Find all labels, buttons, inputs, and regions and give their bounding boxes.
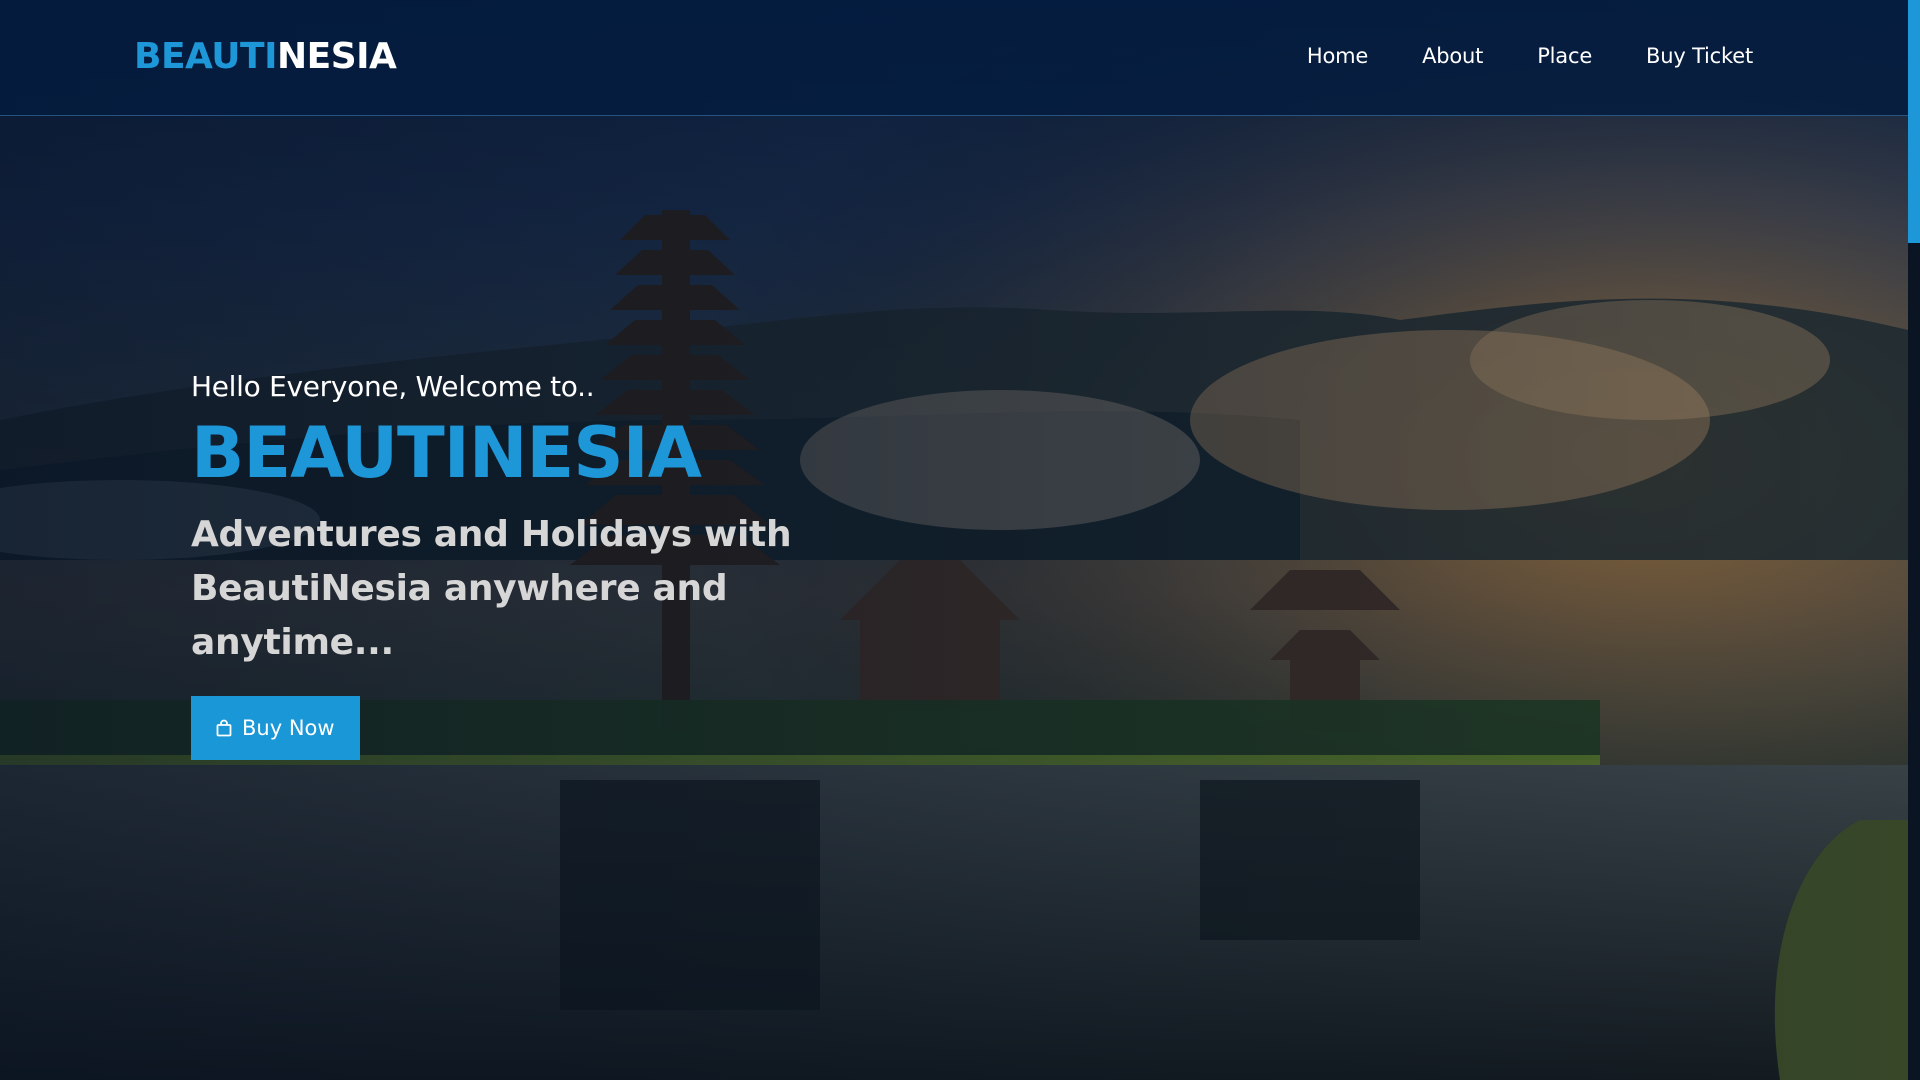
hero-tagline: Adventures and Holidays with BeautiNesia… — [191, 513, 792, 663]
nav-link-about[interactable]: About — [1422, 44, 1483, 68]
nav-link-place[interactable]: Place — [1537, 44, 1592, 68]
hero-section: BEAUTINESIA Home About Place Buy Ticket … — [0, 0, 1908, 1080]
top-navbar: BEAUTINESIA Home About Place Buy Ticket — [0, 0, 1908, 116]
logo-part-white: NESIA — [276, 36, 397, 77]
logo-part-blue: BEAUTI — [134, 36, 277, 77]
buy-now-button[interactable]: Buy Now — [191, 695, 360, 760]
nav-link-buy-ticket[interactable]: Buy Ticket — [1646, 44, 1753, 68]
scrollbar-thumb[interactable] — [1908, 0, 1920, 243]
hero-greeting: Hello Everyone, Welcome to.. — [191, 370, 595, 403]
shopping-bag-icon — [216, 719, 232, 736]
main-navigation: Home About Place Buy Ticket — [1307, 44, 1753, 68]
page-scrollbar[interactable] — [1908, 0, 1920, 1080]
hero-title: BEAUTINESIA — [191, 412, 702, 494]
site-logo[interactable]: BEAUTINESIA — [134, 36, 397, 77]
nav-link-home[interactable]: Home — [1307, 44, 1368, 68]
hero-content: Hello Everyone, Welcome to.. BEAUTINESIA… — [191, 370, 1191, 760]
buy-now-label: Buy Now — [242, 715, 335, 740]
